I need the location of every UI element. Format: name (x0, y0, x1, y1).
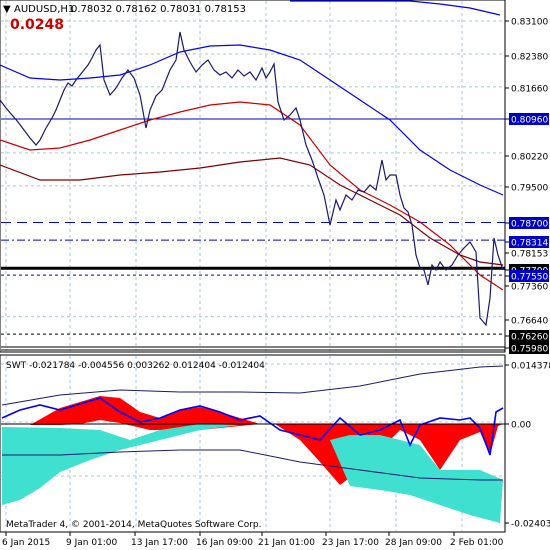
chart-symbol: AUDUSD,H1 (14, 4, 74, 15)
time-label: 13 Jan 17:00 (131, 538, 188, 548)
time-label: 2 Feb 01:00 (450, 538, 504, 548)
price-label: 0.78700 (511, 220, 548, 230)
price-label: 0.76640 (511, 317, 548, 327)
price-label: 0.82380 (511, 53, 548, 63)
ind-label: -0.024032 (511, 520, 550, 530)
chart-window[interactable]: 0.83100 0.82380 0.81660 0.80960 0.80220 0.795… (0, 0, 550, 550)
price-label: 0.80960 (511, 116, 548, 126)
collapse-arrow-icon[interactable]: ▼ (3, 4, 11, 15)
price-label: 0.78153 (511, 250, 548, 260)
time-label: 16 Jan 09:00 (196, 538, 253, 548)
price-axis[interactable]: 0.83100 0.82380 0.81660 0.80960 0.80220 0.795… (505, 18, 549, 355)
ohlc-values: 0.78032 0.78162 0.78031 0.78153 (71, 4, 246, 15)
time-label: 9 Jan 01:00 (66, 538, 118, 548)
price-label: 0.77550 (511, 273, 548, 283)
price-label: 0.80220 (511, 153, 548, 163)
time-label: 28 Jan 09:00 (385, 538, 442, 548)
indicator-axis: 0.014378 0.00 -0.024032 (505, 362, 550, 530)
copyright-text: MetaTrader 4, © 2001-2014, MetaQuotes So… (6, 520, 262, 530)
main-chart-panel[interactable] (0, 0, 506, 353)
time-axis: 6 Jan 2015 9 Jan 01:00 13 Jan 17:00 16 Jan … (2, 532, 504, 548)
time-label: 21 Jan 01:00 (258, 538, 315, 548)
price-label: 0.75980 (511, 345, 548, 355)
price-label: 0.76260 (511, 333, 548, 343)
ind-label: 0.00 (511, 421, 531, 431)
price-label: 0.79500 (511, 184, 548, 194)
indicator-label: SWT -0.021784 -0.004556 0.003262 0.01240… (6, 361, 265, 371)
time-label: 6 Jan 2015 (2, 538, 50, 548)
price-label: 0.77360 (511, 283, 548, 293)
spread-value: 0.0248 (10, 17, 64, 33)
price-label: 0.78314 (511, 239, 548, 249)
time-label: 23 Jan 17:00 (322, 538, 379, 548)
price-label: 0.81660 (511, 85, 548, 95)
ind-label: 0.014378 (511, 362, 550, 372)
price-label: 0.83100 (511, 18, 548, 28)
